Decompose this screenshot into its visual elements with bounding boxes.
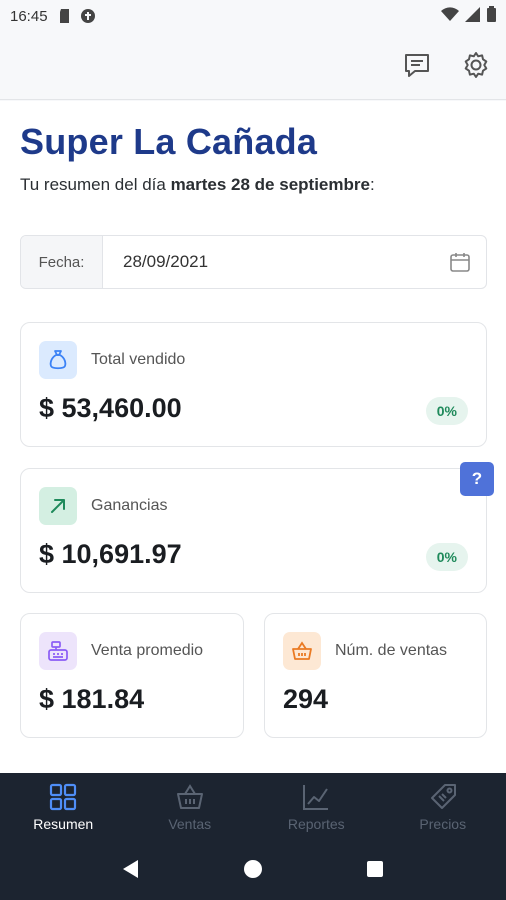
sales-count-card: Núm. de ventas 294 — [264, 613, 487, 738]
profit-value: $ 10,691.97 — [39, 539, 182, 569]
date-field-label: Fecha: — [21, 236, 103, 288]
recents-icon[interactable] — [364, 858, 386, 885]
bottom-navigation: Resumen Ventas Reportes Precios — [0, 773, 506, 843]
page-title: Super La Cañada — [20, 121, 318, 162]
date-input[interactable]: 28/09/2021 — [103, 236, 434, 288]
cash-register-icon — [39, 632, 77, 670]
gear-icon — [464, 52, 488, 78]
battery-icon — [487, 6, 496, 26]
profit-label: Ganancias — [91, 497, 168, 514]
total-sold-value: $ 53,460.00 — [39, 393, 182, 423]
settings-button[interactable] — [459, 48, 493, 82]
nav-item-precios[interactable]: Precios — [380, 773, 506, 843]
total-sold-card: Total vendido $ 53,460.00 0% — [20, 322, 487, 447]
summary-content: Super La Cañada Tu resumen del día marte… — [0, 101, 506, 773]
nav-label-resumen: Resumen — [33, 816, 94, 832]
nav-item-reportes[interactable]: Reportes — [253, 773, 380, 843]
average-sale-card: Venta promedio $ 181.84 — [20, 613, 244, 738]
total-sold-change-badge: 0% — [425, 397, 468, 425]
sd-card-icon — [58, 8, 72, 24]
app-bar — [0, 32, 506, 100]
signal-icon — [465, 6, 481, 26]
trend-up-arrow-icon — [39, 487, 77, 525]
average-sale-value: $ 181.84 — [39, 684, 145, 714]
chat-icon — [405, 54, 429, 77]
basket-icon — [283, 632, 321, 670]
back-icon[interactable] — [120, 858, 142, 885]
help-button[interactable]: ? — [460, 462, 494, 496]
grid-icon — [50, 783, 77, 811]
nav-item-ventas[interactable]: Ventas — [127, 773, 254, 843]
summary-subtitle: Tu resumen del día martes 28 de septiemb… — [20, 175, 375, 195]
status-time: 16:45 — [10, 7, 48, 25]
summary-suffix: : — [369, 175, 375, 194]
wifi-icon — [441, 6, 459, 26]
home-icon[interactable] — [242, 858, 264, 885]
calendar-icon — [450, 253, 470, 272]
sales-count-value: 294 — [283, 684, 329, 714]
basket-icon — [176, 784, 203, 809]
messages-button[interactable] — [400, 48, 434, 82]
average-sale-label: Venta promedio — [91, 642, 204, 659]
money-bag-icon — [39, 341, 77, 379]
summary-prefix: Tu resumen del día — [20, 175, 171, 194]
chart-line-icon — [303, 785, 329, 810]
nav-label-ventas: Ventas — [168, 816, 212, 832]
data-saver-icon — [80, 8, 96, 24]
summary-date: martes 28 de septiembre — [170, 175, 370, 194]
tag-icon — [430, 784, 456, 809]
status-bar: 16:45 — [0, 0, 506, 32]
system-navigation-bar — [0, 843, 506, 900]
nav-label-reportes: Reportes — [287, 816, 345, 832]
profit-change-badge: 0% — [425, 543, 468, 571]
profit-card: Ganancias $ 10,691.97 0% — [20, 468, 487, 593]
total-sold-label: Total vendido — [91, 351, 186, 368]
nav-label-precios: Precios — [419, 816, 467, 832]
sales-count-label: Núm. de ventas — [335, 642, 448, 659]
nav-item-resumen[interactable]: Resumen — [0, 773, 127, 843]
calendar-button[interactable] — [434, 236, 486, 288]
date-field[interactable]: Fecha: 28/09/2021 — [20, 235, 487, 289]
